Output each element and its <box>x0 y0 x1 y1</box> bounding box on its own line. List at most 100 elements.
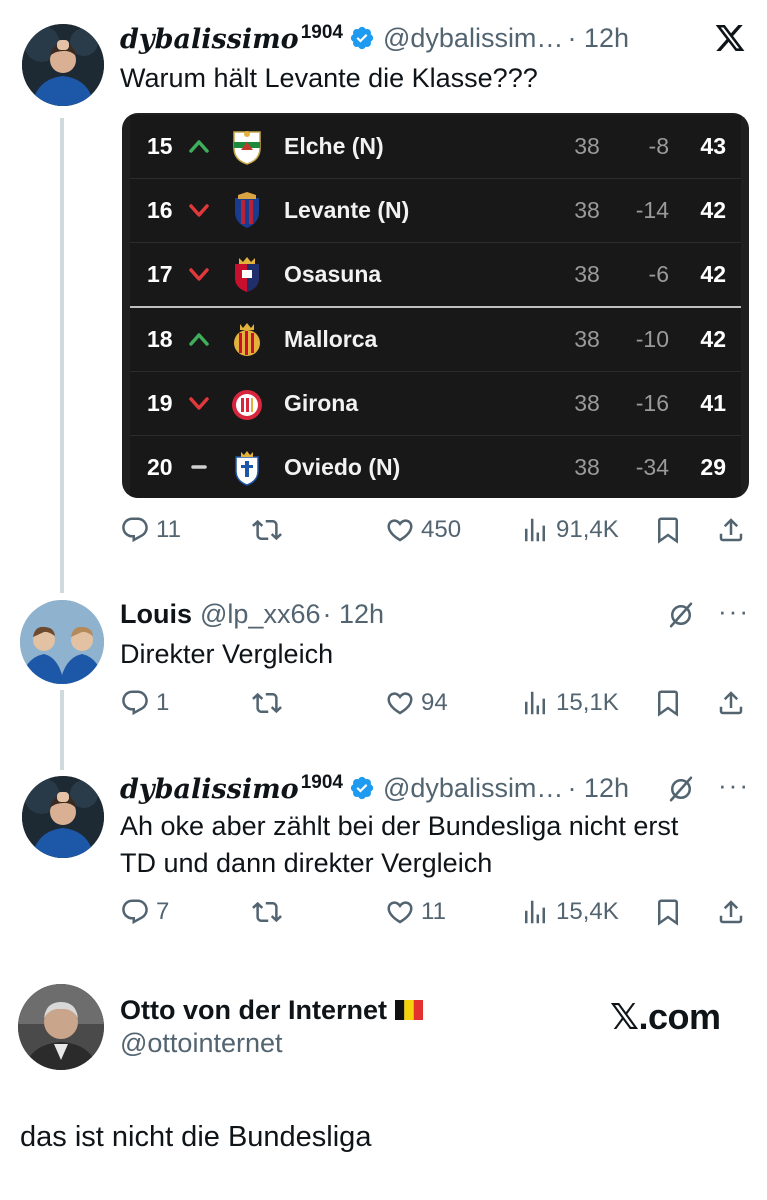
views-icon <box>525 518 545 542</box>
share-icon <box>719 518 743 542</box>
like-button[interactable]: 450 <box>385 515 461 545</box>
thread-line <box>60 690 64 770</box>
tweet-text-line: Ah oke aber zählt bei der Bundesliga nic… <box>120 811 679 841</box>
goal-difference: -16 <box>635 390 669 416</box>
points: 42 <box>700 326 726 352</box>
trend-down-icon <box>189 268 209 281</box>
views-button[interactable]: 15,1K <box>520 688 619 718</box>
tweet-actions: 1 94 15,1K <box>120 688 750 728</box>
points: 42 <box>700 197 726 223</box>
reply-button[interactable]: 1 <box>120 688 169 718</box>
tweet-actions: 7 11 15,4K <box>120 897 750 937</box>
display-name[interactable]: dybalissimo 1904 <box>120 22 343 55</box>
elche-crest-icon <box>233 131 261 165</box>
avatar[interactable] <box>22 24 104 106</box>
reply-button[interactable]: 7 <box>120 897 169 927</box>
share-icon <box>719 691 743 715</box>
grok-icon[interactable] <box>666 774 696 804</box>
handle[interactable]: @dybalissim… <box>383 23 563 54</box>
verified-badge-icon <box>350 26 374 50</box>
avatar[interactable] <box>18 984 104 1070</box>
timestamp[interactable]: · 12h <box>567 773 629 804</box>
display-name[interactable]: Otto von der Internet <box>120 995 387 1026</box>
like-button[interactable]: 94 <box>385 688 448 718</box>
share-button[interactable] <box>716 688 746 718</box>
share-button[interactable] <box>716 897 746 927</box>
played: 38 <box>574 454 600 480</box>
heart-icon <box>387 901 413 924</box>
position: 18 <box>147 326 173 352</box>
table-row: 20 Oviedo (N) 38 -34 29 <box>130 436 741 498</box>
bookmark-icon <box>658 517 678 544</box>
post-text: das ist nicht die Bundesliga <box>20 1121 372 1153</box>
thread-line <box>60 118 64 593</box>
bookmark-icon <box>658 690 678 717</box>
trend-same-icon <box>191 465 207 469</box>
reply-button[interactable]: 11 <box>120 515 181 545</box>
belgium-flag-icon <box>395 1000 424 1020</box>
tweet-header: Louis @lp_xx66 · 12h <box>120 596 384 632</box>
views-count: 91,4K <box>556 516 619 543</box>
girona-crest-icon <box>232 390 262 420</box>
like-button[interactable]: 11 <box>385 897 446 927</box>
avatar[interactable] <box>22 776 104 858</box>
standings-table-image[interactable]: 15 Elche (N) 38 -8 43 16 Levante (N) 38 … <box>122 113 749 498</box>
bookmark-button[interactable] <box>653 897 683 927</box>
table-row: 16 Levante (N) 38 -14 42 <box>130 179 741 243</box>
views-button[interactable]: 91,4K <box>520 515 619 545</box>
bookmark-button[interactable] <box>653 515 683 545</box>
tweet-text: Direkter Vergleich <box>120 639 334 669</box>
views-icon <box>525 691 545 715</box>
avatar[interactable] <box>20 600 104 684</box>
trend-down-icon <box>189 204 209 217</box>
retweet-icon <box>252 519 282 541</box>
retweet-button[interactable] <box>252 515 282 545</box>
levante-crest-icon <box>235 192 259 228</box>
reply-icon <box>122 899 148 925</box>
handle[interactable]: @dybalissim… <box>383 773 563 804</box>
retweet-button[interactable] <box>252 897 282 927</box>
retweet-button[interactable] <box>252 688 282 718</box>
x-logo-icon[interactable] <box>713 22 747 54</box>
views-button[interactable]: 15,4K <box>520 897 619 927</box>
display-name[interactable]: Louis <box>120 599 192 630</box>
team-name: Mallorca <box>284 326 378 352</box>
display-name[interactable]: dybalissimo 1904 <box>120 772 343 805</box>
tweet-actions: 11 450 91,4K <box>120 515 750 555</box>
like-count: 450 <box>421 516 462 543</box>
more-icon[interactable]: ··· <box>718 770 750 801</box>
trend-up-icon <box>189 333 209 346</box>
like-count: 94 <box>421 689 448 716</box>
share-button[interactable] <box>716 515 746 545</box>
team-name: Levante (N) <box>284 197 410 223</box>
reply-icon <box>122 690 148 716</box>
reply-count: 1 <box>156 689 170 716</box>
table-row: 15 Elche (N) 38 -8 43 <box>130 115 741 179</box>
verified-badge-icon <box>350 776 374 800</box>
points: 29 <box>700 454 726 480</box>
reply-count: 11 <box>156 516 181 543</box>
grok-icon[interactable] <box>666 600 696 630</box>
table-row: 18 Mallorca 38 -10 42 <box>130 308 741 372</box>
tweet-text-line: TD und dann direkter Vergleich <box>120 848 493 878</box>
share-icon <box>719 900 743 924</box>
timestamp[interactable]: · 12h <box>322 599 384 630</box>
goal-difference: -10 <box>635 326 669 352</box>
like-count: 11 <box>421 898 446 925</box>
timestamp[interactable]: · 12h <box>567 23 629 54</box>
retweet-icon <box>252 692 282 714</box>
oviedo-crest-icon <box>235 451 259 486</box>
points: 43 <box>700 133 726 159</box>
views-count: 15,4K <box>556 898 619 925</box>
goal-difference: -14 <box>635 197 669 223</box>
trend-down-icon <box>189 397 209 410</box>
handle[interactable]: @ottointernet <box>120 1028 283 1059</box>
table-row: 19 Girona 38 -16 41 <box>130 372 741 436</box>
bookmark-button[interactable] <box>653 688 683 718</box>
position: 19 <box>147 390 173 416</box>
views-count: 15,1K <box>556 689 619 716</box>
more-icon[interactable]: ··· <box>718 596 750 627</box>
handle[interactable]: @lp_xx66 <box>200 599 320 630</box>
position: 15 <box>147 133 173 159</box>
osasuna-crest-icon <box>235 257 259 292</box>
